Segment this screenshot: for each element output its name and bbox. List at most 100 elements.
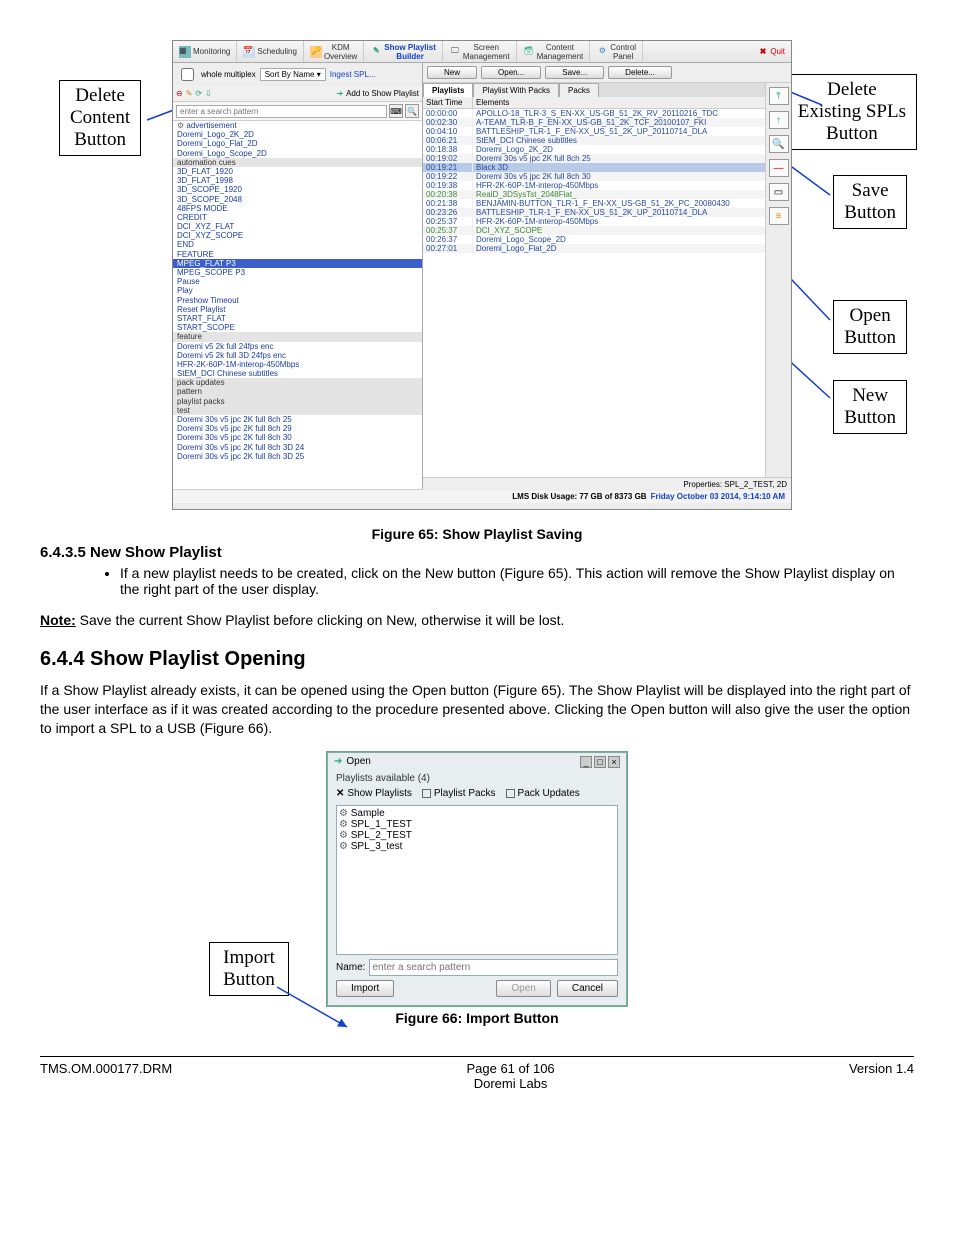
content-item[interactable]: automation cues [173,158,422,167]
content-item[interactable]: Doremi_Logo_2K_2D [173,130,422,139]
name-input[interactable] [369,959,618,976]
tool-icon[interactable]: ✎ [186,89,193,98]
content-item[interactable]: CREDIT [173,213,422,222]
quit-button[interactable]: ✖Quit [754,41,791,62]
playlist-row[interactable]: 00:19:38HFR-2K-60P-1M-interop-450Mbps [423,181,765,190]
content-item[interactable]: START_FLAT [173,314,422,323]
content-item[interactable]: Pause [173,277,422,286]
tab-kdm[interactable]: 🔑KDM Overview [304,41,364,62]
delete-content-icon[interactable]: ⊖ [176,89,183,98]
chip-playlist-packs[interactable]: Playlist Packs [422,788,496,799]
content-item[interactable]: 48FPS MODE [173,204,422,213]
open-dialog-list[interactable]: SampleSPL_1_TESTSPL_2_TESTSPL_3_test [336,805,618,955]
subtab-playlist-with-packs[interactable]: Playlist With Packs [473,83,559,97]
content-item[interactable]: feature [173,332,422,341]
tab-content-management[interactable]: 🗃Content Management [517,41,591,62]
playlist-row[interactable]: 00:25:37HFR-2K-60P-1M-interop-450Mbps [423,217,765,226]
content-item[interactable]: Play [173,286,422,295]
open-dialog-cancel-button[interactable]: Cancel [557,980,618,997]
maximize-icon[interactable]: □ [594,756,606,768]
add-to-show-playlist-link[interactable]: Add to Show Playlist [346,89,419,98]
open-dialog-item[interactable]: Sample [339,808,615,819]
content-item[interactable]: StEM_DCI Chinese subtitles [173,369,422,378]
content-item[interactable]: 3D_SCOPE_1920 [173,185,422,194]
move-top-icon[interactable]: ⤒ [769,87,789,105]
playlist-row[interactable]: 00:20:38RealD_3DSysTst_2048Flat_ [423,190,765,199]
playlist-row[interactable]: 00:02:30A-TEAM_TLR-B_F_EN-XX_US-GB_51_2K… [423,118,765,127]
refresh-icon[interactable]: ⟳ [195,89,202,98]
content-item[interactable]: playlist packs [173,397,422,406]
playlist-row[interactable]: 00:06:21StEM_DCI Chinese subtitles [423,136,765,145]
chip-show-playlists[interactable]: ✕Show Playlists [336,788,412,799]
content-item[interactable]: 3D_SCOPE_2048 [173,195,422,204]
content-item[interactable]: FEATURE [173,250,422,259]
playlist-row[interactable]: 00:21:38BENJAMIN-BUTTON_TLR-1_F_EN-XX_US… [423,199,765,208]
sort-dropdown[interactable]: Sort By Name ▾ [260,68,326,81]
open-dialog-item[interactable]: SPL_1_TEST [339,819,615,830]
content-item[interactable]: Doremi v5 2k full 24fps enc [173,342,422,351]
tab-show-playlist-builder[interactable]: ✎Show Playlist Builder [364,41,443,62]
misc-icon[interactable]: ▭ [769,183,789,201]
ingest-icon[interactable]: ⇩ [205,89,212,98]
content-item[interactable]: Doremi_Logo_Flat_2D [173,139,422,148]
content-item[interactable]: pattern [173,387,422,396]
open-dialog-item[interactable]: SPL_3_test [339,841,615,852]
tab-monitoring[interactable]: ▦Monitoring [173,41,237,62]
search-icon[interactable]: 🔍 [405,104,419,118]
keyboard-icon[interactable]: ⌨ [389,104,403,118]
list-icon[interactable]: ≡ [769,207,789,225]
content-item[interactable]: Doremi 30s v5 jpc 2K full 8ch 29 [173,424,422,433]
playlist-table[interactable]: Start TimeElements 00:00:00APOLLO-18_TLR… [423,97,765,477]
content-item[interactable]: MPEG_FLAT P3 [173,259,422,268]
chip-pack-updates[interactable]: Pack Updates [506,788,580,799]
content-item[interactable]: test [173,406,422,415]
content-item[interactable]: pack updates [173,378,422,387]
playlist-row[interactable]: 00:26:37Doremi_Logo_Scope_2D [423,235,765,244]
subtab-packs[interactable]: Packs [559,83,599,97]
minimize-icon[interactable]: _ [580,756,592,768]
content-list[interactable]: advertisementDoremi_Logo_2K_2DDoremi_Log… [173,120,422,489]
content-item[interactable]: MPEG_SCOPE P3 [173,268,422,277]
content-item[interactable]: Reset Playlist [173,305,422,314]
new-button[interactable]: New [427,66,477,79]
playlist-row[interactable]: 00:25:37DCI_XYZ_SCOPE [423,226,765,235]
playlist-row[interactable]: 00:04:10BATTLESHIP_TLR-1_F_EN-XX_US_51_2… [423,127,765,136]
content-item[interactable]: END [173,240,422,249]
remove-icon[interactable]: — [769,159,789,177]
content-item[interactable]: Doremi_Logo_Scope_2D [173,149,422,158]
playlist-row[interactable]: 00:27:01Doremi_Logo_Flat_2D [423,244,765,253]
move-up-icon[interactable]: ↑ [769,111,789,129]
playlist-row[interactable]: 00:23:26BATTLESHIP_TLR-1_F_EN-XX_US_51_2… [423,208,765,217]
content-item[interactable]: HFR-2K-60P-1M-interop-450Mbps [173,360,422,369]
content-item[interactable]: DCI_XYZ_SCOPE [173,231,422,240]
tab-control-panel[interactable]: ⚙Control Panel [590,41,643,62]
tab-scheduling[interactable]: 📅Scheduling [237,41,304,62]
delete-existing-spls-button[interactable]: Delete... [608,66,672,79]
content-item[interactable]: Doremi 30s v5 jpc 2K full 8ch 25 [173,415,422,424]
subtab-playlists[interactable]: Playlists [423,83,473,97]
content-item[interactable]: Doremi 30s v5 jpc 2K full 8ch 30 [173,433,422,442]
open-dialog-item[interactable]: SPL_2_TEST [339,830,615,841]
content-item[interactable]: advertisement [173,121,422,130]
playlist-row[interactable]: 00:19:02Doremi 30s v5 jpc 2K full 8ch 25 [423,154,765,163]
import-button[interactable]: Import [336,980,394,997]
playlist-row[interactable]: 00:19:22Doremi 30s v5 jpc 2K full 8ch 30 [423,172,765,181]
content-search-input[interactable] [176,105,387,118]
whole-multiplex-checkbox[interactable] [181,68,194,81]
content-item[interactable]: 3D_FLAT_1998 [173,176,422,185]
save-button[interactable]: Save... [545,66,604,79]
playlist-row[interactable]: 00:18:38Doremi_Logo_2K_2D [423,145,765,154]
open-dialog-open-button[interactable]: Open [496,980,550,997]
playlist-row[interactable]: 00:00:00APOLLO-18_TLR-3_S_EN-XX_US-GB_51… [423,109,765,118]
content-item[interactable]: DCI_XYZ_FLAT [173,222,422,231]
content-item[interactable]: 3D_FLAT_1920 [173,167,422,176]
content-item[interactable]: Preshow Timeout [173,296,422,305]
playlist-row[interactable]: 00:19:21Black 3D [423,163,765,172]
close-icon[interactable]: × [608,756,620,768]
content-item[interactable]: START_SCOPE [173,323,422,332]
content-item[interactable]: Doremi v5 2k full 3D 24fps enc [173,351,422,360]
ingest-spl-link[interactable]: Ingest SPL... [330,70,376,79]
open-button[interactable]: Open... [481,66,541,79]
add-arrow-icon[interactable]: ➔ [336,89,343,98]
content-item[interactable]: Doremi 30s v5 jpc 2K full 8ch 3D 24 [173,443,422,452]
